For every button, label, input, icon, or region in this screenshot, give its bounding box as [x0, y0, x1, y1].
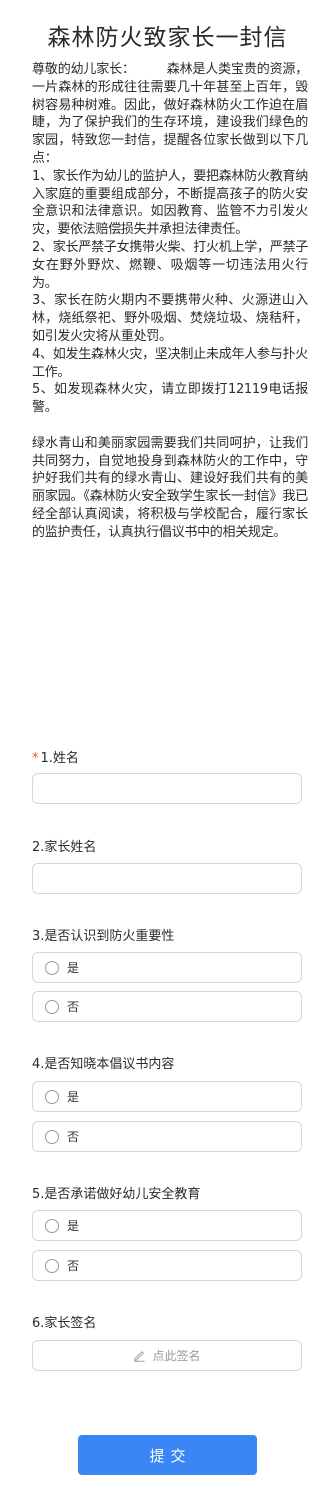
q3-option-no[interactable]: 否 — [32, 991, 302, 1022]
radio-circle-icon — [45, 999, 59, 1014]
option-label: 否 — [67, 1000, 80, 1014]
option-label: 是 — [67, 1219, 80, 1233]
option-label: 否 — [67, 1130, 80, 1144]
signature-placeholder: 点此签名 — [152, 1349, 201, 1363]
pen-icon — [134, 1351, 146, 1362]
radio-circle-icon — [45, 1089, 59, 1104]
question-name-text: 1.姓名 — [40, 751, 79, 766]
question-parent-name-label: 2.家长姓名 — [32, 840, 97, 855]
letter-paragraph-spacer — [32, 417, 308, 435]
signature-button[interactable]: 点此签名 — [32, 1340, 302, 1371]
letter-body: 尊敬的幼儿家长： 森林是人类宝贵的资源，一片森林的形成往往需要几十年甚至上百年，… — [32, 61, 308, 542]
q5-option-no[interactable]: 否 — [32, 1250, 302, 1281]
letter-paragraph: 5、如发现森林火灾，请立即拨打12119电话报警。 — [32, 382, 308, 416]
letter-paragraph: 3、家长在防火期内不要携带火种、火源进山入林，烧纸祭祀、野外吸烟、焚烧垃圾、烧秸… — [32, 293, 308, 344]
option-label: 是 — [67, 1090, 80, 1104]
name-input[interactable] — [32, 773, 302, 804]
option-label: 是 — [67, 961, 80, 975]
q4-option-no[interactable]: 否 — [32, 1121, 302, 1152]
radio-circle-icon — [45, 960, 59, 975]
radio-circle-icon — [45, 1218, 59, 1233]
letter-paragraph: 绿水青山和美丽家园需要我们共同呵护，让我们共同努力，自觉地投身到森林防火的工作中… — [32, 435, 308, 540]
question-signature-label: 6.家长签名 — [32, 1316, 97, 1331]
radio-circle-icon — [45, 1258, 59, 1273]
page-title: 森林防火致家长一封信 — [47, 25, 288, 51]
q5-option-yes[interactable]: 是 — [32, 1210, 302, 1241]
option-label: 否 — [67, 1259, 80, 1273]
q4-option-yes[interactable]: 是 — [32, 1081, 302, 1112]
q3-option-yes[interactable]: 是 — [32, 952, 302, 983]
required-mark: * — [32, 751, 39, 766]
question-know-content-label: 4.是否知晓本倡议书内容 — [32, 1057, 175, 1072]
question-safety-education-label: 5.是否承诺做好幼儿安全教育 — [32, 1187, 201, 1202]
question-name-label: * 1.姓名 — [32, 747, 79, 766]
question-fire-importance-label: 3.是否认识到防火重要性 — [32, 929, 175, 944]
letter-paragraph: 尊敬的幼儿家长： 森林是人类宝贵的资源，一片森林的形成往往需要几十年甚至上百年，… — [32, 62, 308, 166]
submit-button[interactable]: 提交 — [78, 1435, 257, 1475]
letter-paragraph: 2、家长严禁子女携带火柴、打火机上学，严禁子女在野外野炊、燃鞭、吸烟等一切违法用… — [32, 239, 308, 291]
radio-circle-icon — [45, 1129, 59, 1144]
letter-paragraph: 1、家长作为幼儿的监护人，要把森林防火教育纳入家庭的重要组成部分，不断提高孩子的… — [32, 168, 308, 238]
parent-name-input[interactable] — [32, 863, 302, 894]
letter-paragraph: 4、如发生森林火灾，坚决制止未成年人参与扑火工作。 — [32, 346, 308, 380]
